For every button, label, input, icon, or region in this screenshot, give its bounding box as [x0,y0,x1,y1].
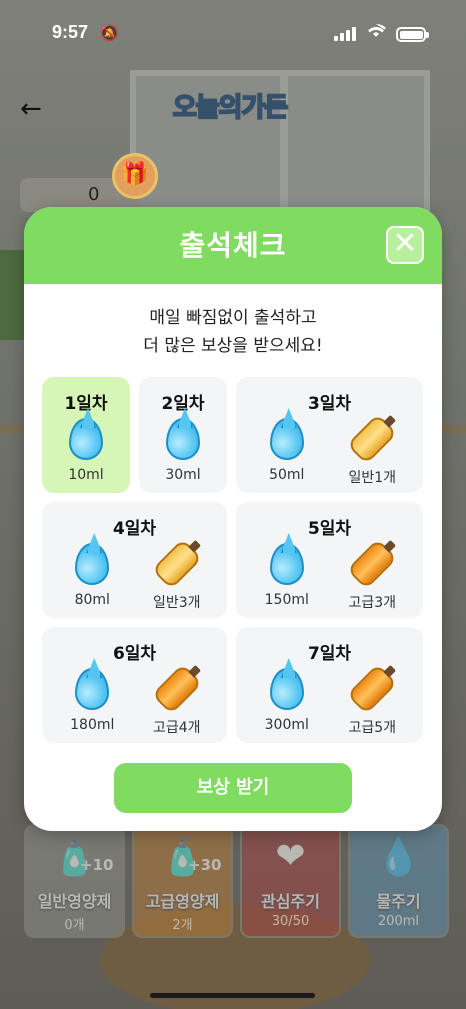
premium-nutrient-bottle-icon [337,663,407,715]
modal-header: 출석체크 ✕ [24,207,442,284]
claim-reward-button[interactable]: 보상 받기 [114,763,352,813]
home-indicator [150,993,315,998]
reward-amount: 50ml [269,467,305,483]
action-count: 30/50 [271,914,310,929]
water-drop-icon [252,665,322,713]
water-drop-icon [148,415,218,463]
reward-item: 고급3개 [337,538,407,612]
premium-nutrient-bottle-icon [142,663,212,715]
reward-amount: 고급5개 [348,720,397,736]
reward-item: 고급5개 [337,663,407,737]
status-bar: 9:57 🔕 [0,0,466,66]
battery-icon [396,27,429,42]
attendance-day-cell: 5일차 150ml 고급3개 [236,502,423,618]
day-label: 6일차 [112,644,157,664]
premium-nutrient-button[interactable]: 🧴 +30 고급영양제 2개 [132,824,233,938]
reward-amount: 일반1개 [348,470,397,486]
water-drop-icon [252,415,322,463]
reward-amount: 일반3개 [152,595,201,611]
water-drop-icon [57,540,127,588]
attendance-day-cell: 2일차 30ml [139,377,227,493]
reward-amount: 150ml [264,592,309,608]
day-label: 7일차 [307,644,352,664]
reward-amount: 고급4개 [152,720,201,736]
reward-amount: 80ml [74,592,110,608]
wifi-icon [366,22,386,43]
normal-nutrient-bottle-icon [337,413,407,465]
reward-item: 10ml [51,415,121,483]
nutrient-bonus-label: +30 [188,856,222,874]
day-label: 3일차 [307,394,352,414]
reward-amount: 고급3개 [348,595,397,611]
day-label: 4일차 [112,519,157,539]
action-count: 2개 [172,918,193,933]
reward-item: 300ml [252,665,322,733]
normal-nutrient-bottle-icon [142,538,212,590]
reward-item: 150ml [252,540,322,608]
modal-message: 매일 빠짐없이 출석하고 더 많은 보상을 받으세요! [24,304,442,360]
message-line-2: 더 많은 보상을 받으세요! [143,336,323,356]
water-button[interactable]: 💧 물주기 200ml [348,824,449,938]
day-label: 5일차 [307,519,352,539]
attendance-day-cell: 4일차 80ml 일반3개 [42,502,227,618]
action-name: 일반영양제 [37,892,112,911]
action-count: 200ml [377,914,420,929]
water-drop-icon [252,540,322,588]
action-name: 고급영양제 [145,892,220,911]
reward-amount: 10ml [68,467,104,483]
nutrient-bonus-label: +10 [80,856,114,874]
reward-amount: 300ml [264,717,309,733]
cellular-signal-icon [334,27,356,41]
reward-amount: 30ml [165,467,201,483]
coin-count: 0 [88,184,100,205]
reward-item: 일반3개 [142,538,212,612]
bottom-action-bar: 🧴 +10 일반영양제 0개 🧴 +30 고급영양제 2개 ❤ 관심주기 30/… [24,824,449,938]
bell-muted-icon: 🔕 [100,24,119,42]
back-arrow-icon[interactable]: ← [20,94,50,124]
water-drop-icon: 💧 [376,837,421,878]
app-logo: 오늘의가든 [155,80,305,130]
reward-item: 일반1개 [337,413,407,487]
message-line-1: 매일 빠짐없이 출석하고 [149,308,317,328]
heart-icon: ❤ [275,836,306,877]
water-drop-icon [57,665,127,713]
premium-nutrient-bottle-icon [337,538,407,590]
attendance-check-modal: 출석체크 ✕ 매일 빠짐없이 출석하고 더 많은 보상을 받으세요! 1일차 10… [24,207,442,831]
action-name: 물주기 [376,892,421,911]
close-icon[interactable]: ✕ [386,226,424,264]
day-label: 2일차 [161,394,205,414]
attendance-day-cell: 7일차 300ml 고급5개 [236,627,423,743]
action-count: 0개 [64,918,85,933]
status-time: 9:57 [52,22,89,42]
reward-item: 50ml [252,415,322,483]
reward-amount: 180ml [70,717,115,733]
reward-item: 30ml [148,415,218,483]
normal-nutrient-button[interactable]: 🧴 +10 일반영양제 0개 [24,824,125,938]
reward-item: 80ml [57,540,127,608]
modal-title: 출석체크 [179,229,287,262]
attendance-day-cell: 1일차 10ml [42,377,130,493]
attendance-day-cell: 3일차 50ml 일반1개 [236,377,423,493]
action-name: 관심주기 [261,892,320,911]
give-attention-button[interactable]: ❤ 관심주기 30/50 [240,824,341,938]
water-drop-icon [51,415,121,463]
gift-icon[interactable]: 🎁 [112,153,158,199]
reward-item: 고급4개 [142,663,212,737]
logo-text: 오늘의가든 [172,92,290,124]
reward-item: 180ml [57,665,127,733]
day-label: 1일차 [64,394,108,414]
attendance-day-cell: 6일차 180ml 고급4개 [42,627,227,743]
